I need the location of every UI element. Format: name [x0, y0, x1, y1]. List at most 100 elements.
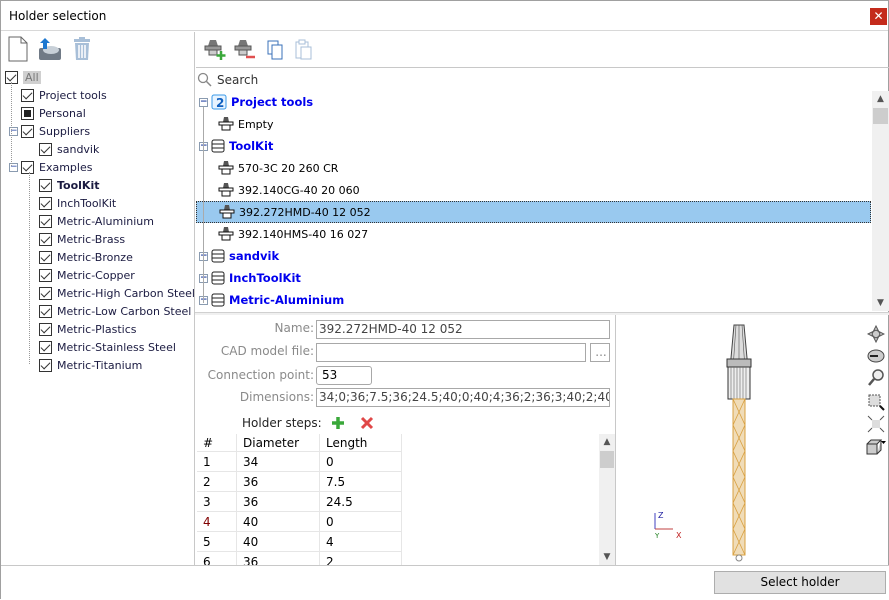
holder-properties: Name: 392.272HMD-40 12 052 CAD model fil… — [195, 315, 616, 565]
filter-item[interactable]: − Examples — [9, 158, 92, 176]
tree-holder[interactable]: 570-3C 20 260 CR — [196, 157, 871, 179]
table-cell[interactable]: 5 — [197, 532, 237, 552]
filter-item[interactable]: Metric-Aluminium — [39, 212, 154, 230]
filter-item[interactable]: Metric-Copper — [39, 266, 135, 284]
table-cell[interactable]: 34 — [237, 452, 320, 472]
tree-group[interactable]: − Metric-Aluminium — [196, 289, 871, 311]
close-button[interactable]: ✕ — [870, 8, 887, 25]
tree-label: Metric-Aluminium — [229, 293, 345, 307]
checkbox[interactable] — [39, 214, 52, 228]
filter-item[interactable]: Metric-Low Carbon Steel — [39, 302, 191, 320]
filter-item[interactable]: ToolKit — [39, 176, 99, 194]
tree-holder[interactable]: 392.272HMD-40 12 052 — [196, 201, 871, 223]
table-cell[interactable]: 0 — [320, 452, 402, 472]
tree-group[interactable]: − sandvik — [196, 245, 871, 267]
dimensions-input[interactable]: 34;0;36;7.5;36;24.5;40;0;40;4;36;2;36;3;… — [316, 388, 610, 407]
filter-item[interactable]: sandvik — [39, 140, 99, 158]
checkbox[interactable] — [39, 178, 52, 192]
table-cell[interactable]: 2 — [197, 472, 237, 492]
steps-scrollbar[interactable]: ▲ ▼ — [599, 434, 615, 565]
checkbox[interactable] — [21, 106, 34, 120]
rotate-icon[interactable] — [867, 325, 885, 343]
checkbox[interactable] — [39, 358, 52, 372]
table-cell[interactable]: 36 — [237, 472, 320, 492]
pan-icon[interactable] — [867, 348, 885, 364]
table-cell[interactable]: 3 — [197, 492, 237, 512]
table-cell[interactable]: 0 — [320, 512, 402, 532]
column-header[interactable]: Length — [320, 434, 402, 452]
add-step-icon[interactable] — [331, 416, 345, 430]
dimensions-label: Dimensions: — [239, 390, 314, 404]
table-cell[interactable]: 2 — [320, 552, 402, 565]
table-cell[interactable]: 40 — [237, 512, 320, 532]
tree-group[interactable]: − InchToolKit — [196, 267, 871, 289]
checkbox[interactable] — [21, 124, 34, 138]
holder-steps-label: Holder steps: — [242, 416, 322, 430]
copy-icon[interactable] — [266, 39, 286, 61]
connection-input[interactable]: 53 — [316, 366, 372, 385]
filter-item[interactable]: Project tools — [21, 86, 107, 104]
table-cell[interactable]: 40 — [237, 532, 320, 552]
checkbox[interactable] — [39, 322, 52, 336]
zoom-window-icon[interactable] — [867, 393, 885, 411]
remove-holder-icon[interactable] — [234, 38, 256, 62]
table-cell[interactable]: 6 — [197, 552, 237, 565]
table-cell[interactable]: 7.5 — [320, 472, 402, 492]
checkbox[interactable] — [39, 286, 52, 300]
filter-item[interactable]: Metric-Stainless Steel — [39, 338, 176, 356]
import-disk-icon[interactable] — [37, 36, 63, 62]
search-box[interactable]: Search — [197, 71, 258, 89]
checkbox[interactable] — [21, 160, 34, 174]
checkbox[interactable] — [21, 88, 34, 102]
checkbox[interactable] — [39, 304, 52, 318]
view-cube-icon[interactable] — [865, 438, 887, 456]
tree-holder[interactable]: 392.140HMS-40 16 027 — [196, 223, 871, 245]
tree-holder[interactable]: 392.140CG-40 20 060 — [196, 179, 871, 201]
column-header[interactable]: Diameter — [237, 434, 320, 452]
zoom-icon[interactable] — [867, 369, 885, 387]
add-holder-icon[interactable] — [204, 38, 226, 62]
checkbox[interactable] — [39, 142, 52, 156]
table-cell[interactable]: 24.5 — [320, 492, 402, 512]
new-icon[interactable] — [7, 36, 29, 62]
checkbox[interactable] — [39, 340, 52, 354]
zoom-fit-icon[interactable] — [867, 415, 885, 433]
3d-view[interactable]: Z Y X — [616, 315, 889, 565]
filter-item[interactable]: Metric-Bronze — [39, 248, 133, 266]
tree-scrollbar[interactable]: ▲ ▼ — [872, 91, 889, 311]
filter-label: Suppliers — [39, 124, 91, 138]
filter-item[interactable]: InchToolKit — [39, 194, 116, 212]
paste-icon[interactable] — [294, 39, 314, 61]
checkbox[interactable] — [39, 268, 52, 282]
select-holder-button[interactable]: Select holder — [714, 571, 886, 594]
filter-item[interactable]: Metric-Plastics — [39, 320, 136, 338]
checkbox[interactable] — [39, 232, 52, 246]
tree-holder[interactable]: Empty — [196, 113, 871, 135]
filter-item[interactable]: Metric-Titanium — [39, 356, 142, 374]
delete-step-icon[interactable] — [360, 416, 374, 430]
tree-group[interactable]: −2 Project tools — [196, 91, 871, 113]
name-input[interactable]: 392.272HMD-40 12 052 — [316, 320, 610, 339]
svg-text:Z: Z — [658, 511, 664, 520]
checkbox[interactable] — [39, 196, 52, 210]
column-header[interactable]: # — [197, 434, 237, 452]
table-cell[interactable]: 4 — [197, 512, 237, 532]
checkbox[interactable] — [39, 250, 52, 264]
library-icon — [211, 293, 225, 307]
filter-item[interactable]: Metric-Brass — [39, 230, 125, 248]
table-cell[interactable]: 36 — [237, 552, 320, 565]
cad-input[interactable] — [316, 343, 586, 362]
close-icon: ✕ — [873, 9, 884, 23]
table-cell[interactable]: 1 — [197, 452, 237, 472]
tree-group[interactable]: − ToolKit — [196, 135, 871, 157]
table-cell[interactable]: 4 — [320, 532, 402, 552]
filter-label: Metric-Brass — [57, 232, 126, 246]
browse-button[interactable]: ... — [590, 343, 610, 362]
filter-item[interactable]: Metric-High Carbon Steel — [39, 284, 195, 302]
delete-icon[interactable] — [71, 36, 93, 62]
table-cell[interactable]: 36 — [237, 492, 320, 512]
filter-label: Personal — [39, 106, 86, 120]
collapse-icon[interactable]: − — [199, 97, 208, 107]
filter-item[interactable]: Personal — [21, 104, 86, 122]
filter-item[interactable]: − Suppliers — [9, 122, 90, 140]
